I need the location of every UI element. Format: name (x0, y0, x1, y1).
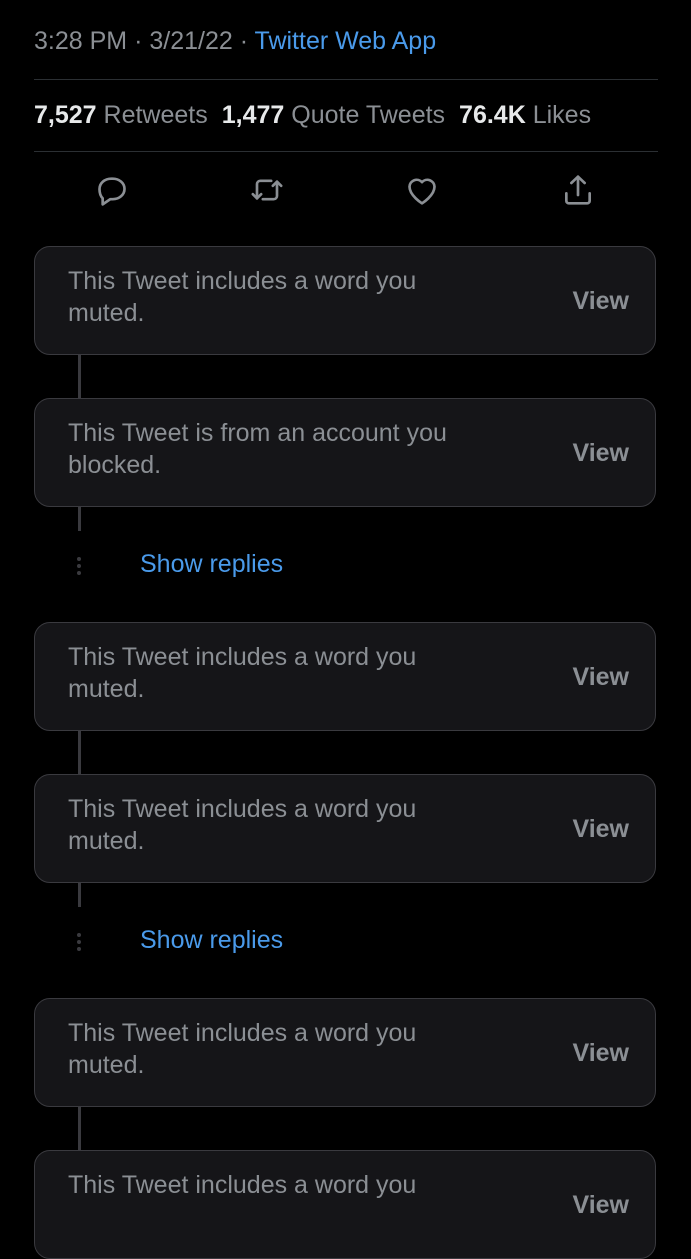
retweets-stat[interactable]: 7,527 Retweets (34, 101, 208, 129)
more-dots-icon (76, 557, 82, 578)
view-button[interactable]: View (572, 1037, 629, 1069)
thread-line (78, 1107, 81, 1150)
muted-tweet-card: This Tweet includes a word you muted. Vi… (34, 622, 656, 731)
likes-stat[interactable]: 76.4K Likes (459, 101, 591, 129)
muted-tweet-message: This Tweet includes a word you muted. (68, 267, 417, 327)
muted-tweet-message: This Tweet includes a word you muted. (68, 643, 417, 703)
muted-tweet-card: This Tweet includes a word you muted. Vi… (34, 998, 656, 1107)
likes-count: 76.4K (459, 101, 526, 129)
show-replies-link[interactable]: Show replies (140, 548, 283, 580)
muted-tweet-message: This Tweet includes a word you muted. (68, 795, 417, 855)
quote-tweets-count: 1,477 (221, 101, 285, 129)
muted-tweet-card: This Tweet includes a word you muted. Vi… (34, 246, 656, 355)
blocked-tweet-message: This Tweet is from an account you blocke… (68, 419, 447, 479)
view-button[interactable]: View (572, 437, 629, 469)
show-replies-link[interactable]: Show replies (140, 924, 283, 956)
view-button[interactable]: View (572, 285, 629, 317)
divider (34, 151, 658, 152)
tweet-source-link[interactable]: Twitter Web App (255, 27, 437, 55)
thread-line (78, 883, 81, 907)
tweet-date: 3/21/22 (149, 27, 233, 55)
retweets-label: Retweets (103, 101, 208, 129)
quote-tweets-label: Quote Tweets (291, 101, 446, 129)
divider (34, 79, 658, 80)
thread-line (78, 731, 81, 774)
muted-tweet-card: This Tweet includes a word you muted. Vi… (34, 774, 656, 883)
reply-icon[interactable] (92, 170, 132, 210)
muted-tweet-message: This Tweet includes a word you (68, 1171, 417, 1199)
muted-tweet-card: This Tweet includes a word you View (34, 1150, 656, 1259)
more-dots-icon (76, 933, 82, 954)
tweet-meta: 3:28 PM · 3/21/22 · Twitter Web App (34, 24, 436, 58)
retweets-count: 7,527 (34, 101, 97, 129)
meta-separator: · (239, 27, 249, 55)
thread-line (78, 355, 81, 398)
tweet-stats: 7,527 Retweets 1,477 Quote Tweets 76.4K Li… (34, 98, 591, 132)
share-icon[interactable] (558, 170, 598, 210)
like-icon[interactable] (402, 170, 442, 210)
muted-tweet-message: This Tweet includes a word you muted. (68, 1019, 417, 1079)
likes-label: Likes (532, 101, 592, 129)
view-button[interactable]: View (572, 813, 629, 845)
meta-separator: · (134, 27, 143, 55)
retweet-icon[interactable] (247, 170, 287, 210)
quote-tweets-stat[interactable]: 1,477 Quote Tweets (222, 101, 445, 129)
blocked-tweet-card: This Tweet is from an account you blocke… (34, 398, 656, 507)
view-button[interactable]: View (572, 661, 629, 693)
view-button[interactable]: View (572, 1189, 629, 1221)
tweet-time: 3:28 PM (34, 27, 128, 55)
thread-line (78, 507, 81, 531)
